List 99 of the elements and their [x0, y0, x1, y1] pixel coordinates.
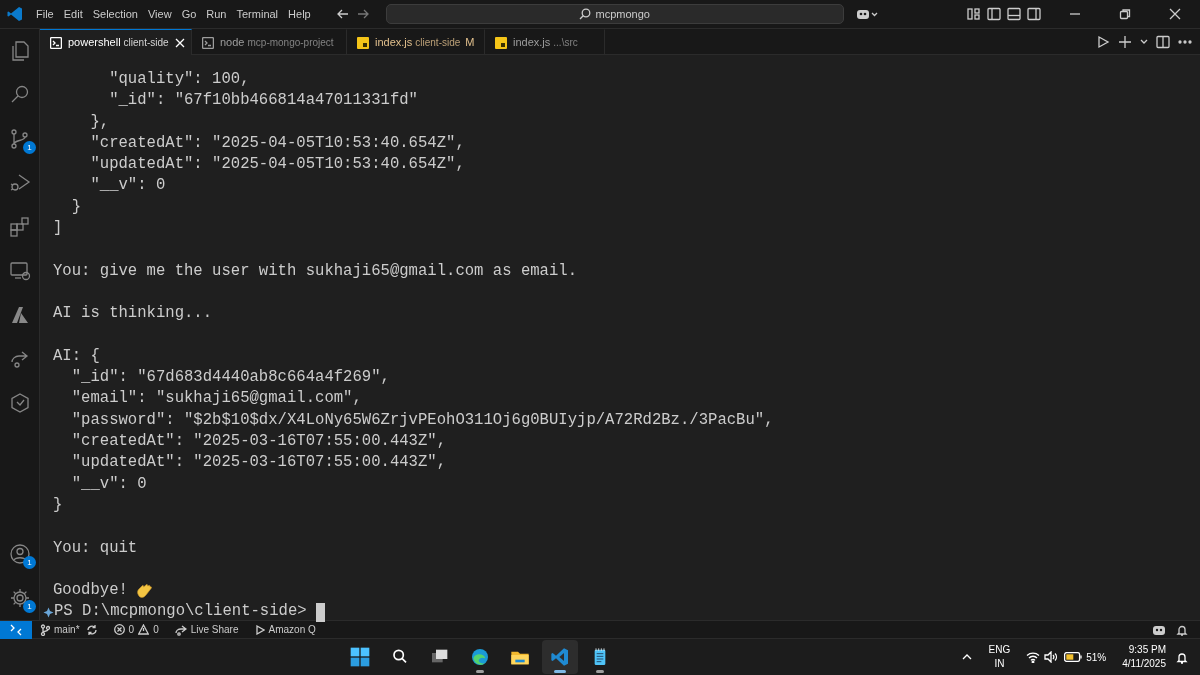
menu-item[interactable]: Terminal: [231, 5, 284, 23]
menu-item[interactable]: Edit: [58, 5, 88, 23]
close-icon[interactable]: [1168, 7, 1182, 21]
menu-item[interactable]: File: [31, 5, 59, 23]
copilot-icon[interactable]: [855, 7, 880, 21]
terminal-icon: [202, 36, 214, 49]
terminal-line: "quality": 100,: [108, 70, 250, 88]
plus-icon[interactable]: [1118, 34, 1132, 49]
sync-icon[interactable]: [85, 623, 98, 636]
blocks-icon[interactable]: [8, 215, 32, 239]
tab[interactable]: node mcp-mongo-project: [192, 29, 347, 55]
tab-description: mcp-mongo-project: [247, 36, 334, 50]
js-file-icon: [495, 36, 507, 49]
terminal-line: "_id": "67d683d4440ab8c664a4f269",: [70, 368, 390, 387]
terminal-line: "__v": 0: [89, 176, 166, 195]
terminal-line: }: [70, 197, 82, 216]
tab[interactable]: powershell client-side: [40, 29, 192, 55]
terminal-line: "__v": 0: [70, 474, 147, 493]
warning-icon: [138, 624, 150, 635]
volume-icon[interactable]: [1044, 651, 1059, 663]
remote-button[interactable]: [0, 620, 32, 639]
bell-icon[interactable]: [1176, 623, 1188, 636]
hexagon-icon[interactable]: [8, 391, 32, 415]
warning-count: 0: [153, 623, 159, 637]
clock-date: 4/11/2025: [1122, 657, 1166, 671]
terminal-line: }: [53, 495, 63, 514]
terminal-line: "createdAt": "2025-03-16T07:55:00.443Z",: [70, 432, 447, 451]
secondary-sidebar-icon[interactable]: [1027, 7, 1041, 21]
tab-label: powershell: [68, 35, 121, 51]
terminal-line: "createdAt": "2025-04-05T10:53:40.654Z",: [89, 133, 465, 152]
panel-toggle-icon[interactable]: [1007, 7, 1021, 21]
copilot-icon[interactable]: [1152, 623, 1166, 636]
language-button[interactable]: ENG IN: [988, 643, 1011, 671]
restore-icon[interactable]: [1118, 7, 1132, 21]
tab-description: client-side: [415, 36, 461, 50]
cursor: [315, 602, 325, 622]
waving-hand-icon: [135, 582, 152, 599]
modified-marker: M: [465, 35, 475, 51]
wifi-icon[interactable]: [1026, 651, 1041, 663]
tab[interactable]: index.js ...\src: [485, 29, 605, 55]
badge-count: 1: [23, 141, 36, 154]
terminal-line: ]: [53, 219, 63, 238]
terminal-line: "password": "$2b$10$dx/X4LoNy65W6ZrjvPEohO311Oj6g0BUIyjp/A72Rd2Bz./3PacBu",: [70, 410, 774, 429]
play-icon: [254, 624, 265, 635]
taskbar-button[interactable]: [542, 640, 579, 674]
terminal-line: Goodbye!: [53, 580, 128, 602]
menu-item[interactable]: Selection: [87, 5, 143, 23]
menu-item[interactable]: Help: [283, 5, 316, 23]
error-icon: [113, 624, 125, 635]
app-logo: [7, 6, 23, 22]
terminal-icon: [50, 36, 62, 49]
menu-item[interactable]: Go: [176, 5, 202, 23]
split-icon[interactable]: [1156, 34, 1170, 49]
terminal-line: AI: {: [53, 346, 100, 365]
tab-description: client-side: [123, 36, 169, 50]
terminal-line: },: [89, 112, 110, 131]
terminal-line: "updatedAt": "2025-04-05T10:53:40.654Z",: [89, 155, 465, 174]
tab-label: index.js: [375, 35, 413, 51]
terminal-line: "_id": "67f10bb466814a47011331fd": [108, 91, 418, 110]
search-icon: [579, 8, 592, 20]
tab-description: ...\src: [553, 36, 578, 50]
badge-count: 1: [23, 556, 36, 569]
run-icon[interactable]: [1096, 34, 1110, 49]
menu-item[interactable]: View: [142, 5, 177, 23]
notification-bell-icon[interactable]: [1176, 650, 1188, 664]
terminal-line: You: quit: [53, 538, 138, 557]
layout-icon[interactable]: [967, 7, 981, 21]
sidebar-toggle-icon[interactable]: [987, 7, 1001, 21]
problems-button[interactable]: 0 0: [113, 622, 159, 637]
branch-button[interactable]: main*: [40, 622, 80, 637]
sparkle-icon: [43, 606, 54, 618]
tab-label: index.js: [513, 35, 551, 51]
extension-button[interactable]: Amazon Q: [254, 622, 316, 637]
remote-icon: [10, 623, 22, 636]
clock[interactable]: 9:35 PM 4/11/2025: [1122, 643, 1166, 671]
terminal-line: "email": "sukhaji65@gmail.com",: [70, 389, 362, 408]
menu-item[interactable]: Run: [201, 5, 232, 23]
back-arrow-icon[interactable]: [335, 7, 350, 21]
badge-count: 1: [23, 600, 36, 613]
account-icon[interactable]: [8, 542, 32, 566]
branch-icon: [40, 623, 50, 636]
live-share-button[interactable]: Live Share: [174, 622, 239, 637]
terminal-line: AI is thinking...: [53, 304, 213, 323]
monitor-icon[interactable]: [8, 259, 32, 283]
forward-arrow-icon[interactable]: [355, 7, 370, 21]
terminal-line: "updatedAt": "2025-03-16T07:55:00.443Z",: [70, 453, 447, 472]
share-arrow-icon: [174, 623, 187, 636]
terminal-line: You: give me the user with sukhaji65@gmail.com as email.: [53, 261, 578, 280]
search-value: mcpmongo: [595, 6, 650, 22]
search-field[interactable]: mcpmongo: [385, 4, 844, 24]
tab-label: node: [220, 35, 245, 51]
clock-time: 9:35 PM: [1128, 643, 1166, 657]
battery-icon: [1064, 652, 1083, 662]
error-count: 0: [128, 623, 135, 637]
js-file-icon: [357, 36, 369, 49]
tab[interactable]: index.js client-side M: [347, 29, 485, 55]
terminal-prompt: PS D:\mcpmongo\client-side>: [54, 601, 307, 623]
battery-indicator[interactable]: 51%: [1064, 649, 1107, 665]
settings-icon[interactable]: [8, 586, 32, 610]
